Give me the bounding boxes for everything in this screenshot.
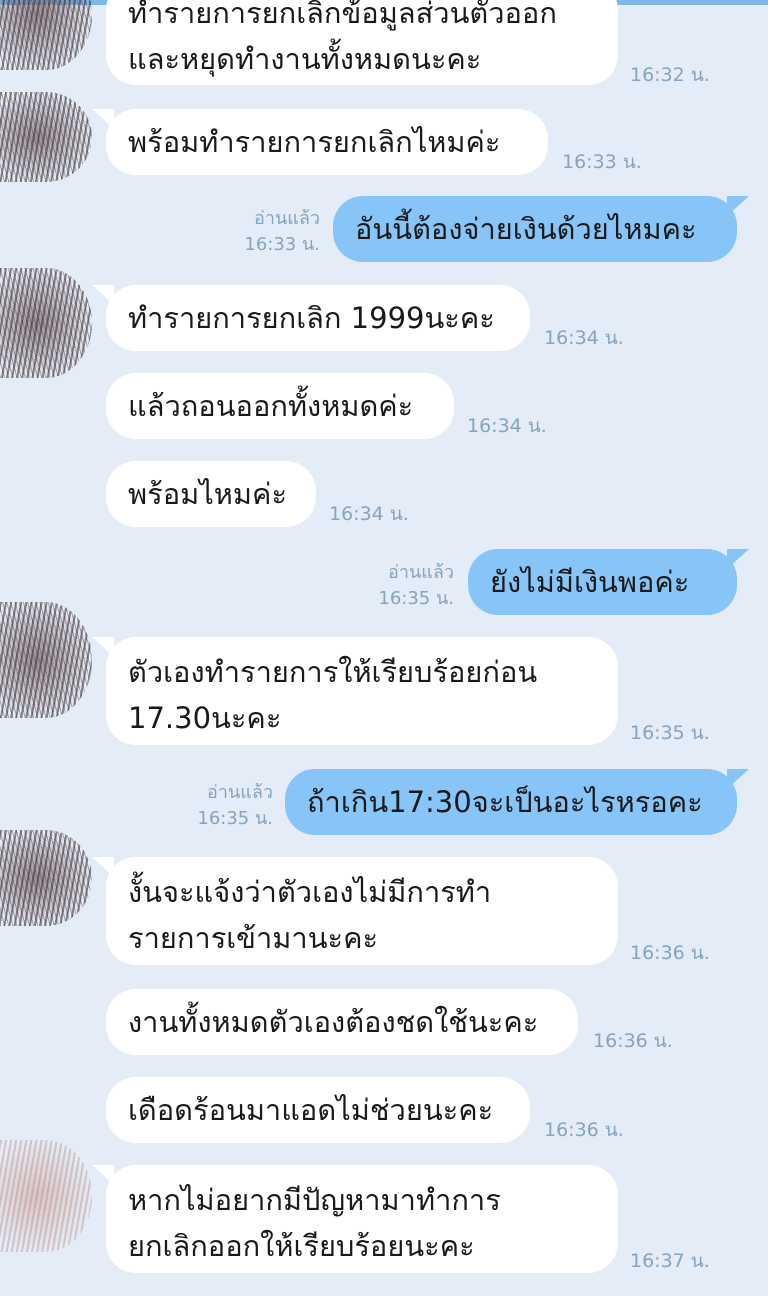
message-time: 16:35 น.	[378, 588, 454, 609]
incoming-message[interactable]: หากไม่อยากมีปัญหามาทำการ ยกเลิกออกให้เรี…	[92, 1165, 618, 1273]
sender-avatar[interactable]	[0, 1140, 92, 1252]
incoming-message[interactable]: แล้วถอนออกทั้งหมดค่ะ	[106, 373, 454, 439]
read-label: อ่านแล้ว	[207, 782, 273, 803]
message-line: งั้นจะแจ้งว่าตัวเองไม่มีการทำ	[128, 875, 492, 909]
sender-avatar[interactable]	[0, 602, 92, 718]
outgoing-message[interactable]: อันนี้ต้องจ่ายเงินด้วยไหมคะ	[333, 196, 749, 262]
message-line: งานทั้งหมดตัวเองต้องชดใช้นะคะ	[128, 1005, 539, 1039]
incoming-message[interactable]: ทำรายการยกเลิก 1999นะคะ	[92, 285, 530, 351]
message-line: ทำรายการยกเลิกข้อมูลส่วนตัวออก	[128, 0, 557, 30]
message-time: 16:33 น.	[562, 151, 642, 173]
message-line: และหยุดทำงานทั้งหมดนะคะ	[128, 42, 482, 76]
incoming-message[interactable]: งานทั้งหมดตัวเองต้องชดใช้นะคะ	[106, 989, 578, 1055]
message-line: หากไม่อยากมีปัญหามาทำการ	[128, 1183, 501, 1217]
message-line: ทำรายการยกเลิก 1999นะคะ	[128, 301, 495, 335]
incoming-message[interactable]: เดือดร้อนมาแอดไม่ช่วยนะคะ	[106, 1077, 530, 1143]
message-time: 16:33 น.	[244, 234, 320, 255]
message-time: 16:32 น.	[630, 64, 710, 86]
message-line: อันนี้ต้องจ่ายเงินด้วยไหมคะ	[355, 212, 697, 246]
message-time: 16:36 น.	[630, 942, 710, 964]
message-time: 16:34 น.	[329, 503, 409, 525]
read-label: อ่านแล้ว	[254, 208, 320, 229]
sender-avatar[interactable]	[0, 92, 92, 182]
message-time: 16:34 น.	[467, 415, 547, 437]
incoming-message[interactable]: ตัวเองทำรายการให้เรียบร้อยก่อน 17.30นะคะ	[92, 637, 618, 745]
message-time: 16:35 น.	[197, 808, 273, 829]
message-line: ยกเลิกออกให้เรียบร้อยนะคะ	[128, 1229, 475, 1263]
message-time: 16:36 น.	[544, 1119, 624, 1141]
message-line: แล้วถอนออกทั้งหมดค่ะ	[128, 389, 414, 423]
incoming-message[interactable]: งั้นจะแจ้งว่าตัวเองไม่มีการทำ รายการเข้า…	[92, 857, 618, 965]
message-line: รายการเข้ามานะคะ	[128, 921, 379, 955]
message-time: 16:37 น.	[630, 1250, 710, 1272]
sender-avatar[interactable]	[0, 268, 92, 378]
message-line: พร้อมไหมค่ะ	[128, 477, 288, 511]
message-line: ตัวเองทำรายการให้เรียบร้อยก่อน	[128, 655, 538, 689]
outgoing-message[interactable]: ยังไม่มีเงินพอค่ะ	[468, 549, 749, 615]
message-time: 16:35 น.	[630, 722, 710, 744]
read-label: อ่านแล้ว	[388, 562, 454, 583]
chat-thread[interactable]: ทำรายการยกเลิกข้อมูลส่วนตัวออก และหยุดทำ…	[0, 0, 768, 1296]
sender-avatar[interactable]	[0, 0, 92, 70]
message-line: เดือดร้อนมาแอดไม่ช่วยนะคะ	[128, 1093, 494, 1127]
incoming-message[interactable]: พร้อมไหมค่ะ	[106, 461, 316, 527]
incoming-message[interactable]: ทำรายการยกเลิกข้อมูลส่วนตัวออก และหยุดทำ…	[106, 0, 618, 85]
message-line: ยังไม่มีเงินพอค่ะ	[490, 565, 690, 599]
message-line: ถ้าเกิน17:30จะเป็นอะไรหรอคะ	[307, 785, 703, 819]
read-receipt: อ่านแล้ว 16:33 น.	[232, 206, 320, 258]
message-time: 16:34 น.	[544, 327, 624, 349]
read-receipt: อ่านแล้ว 16:35 น.	[366, 560, 454, 612]
message-line: พร้อมทำรายการยกเลิกไหมค่ะ	[128, 125, 501, 159]
incoming-message[interactable]: พร้อมทำรายการยกเลิกไหมค่ะ	[92, 109, 548, 175]
message-time: 16:36 น.	[593, 1030, 673, 1052]
sender-avatar[interactable]	[0, 830, 92, 926]
outgoing-message[interactable]: ถ้าเกิน17:30จะเป็นอะไรหรอคะ	[285, 769, 749, 835]
message-line: 17.30นะคะ	[128, 701, 282, 735]
read-receipt: อ่านแล้ว 16:35 น.	[185, 780, 273, 832]
